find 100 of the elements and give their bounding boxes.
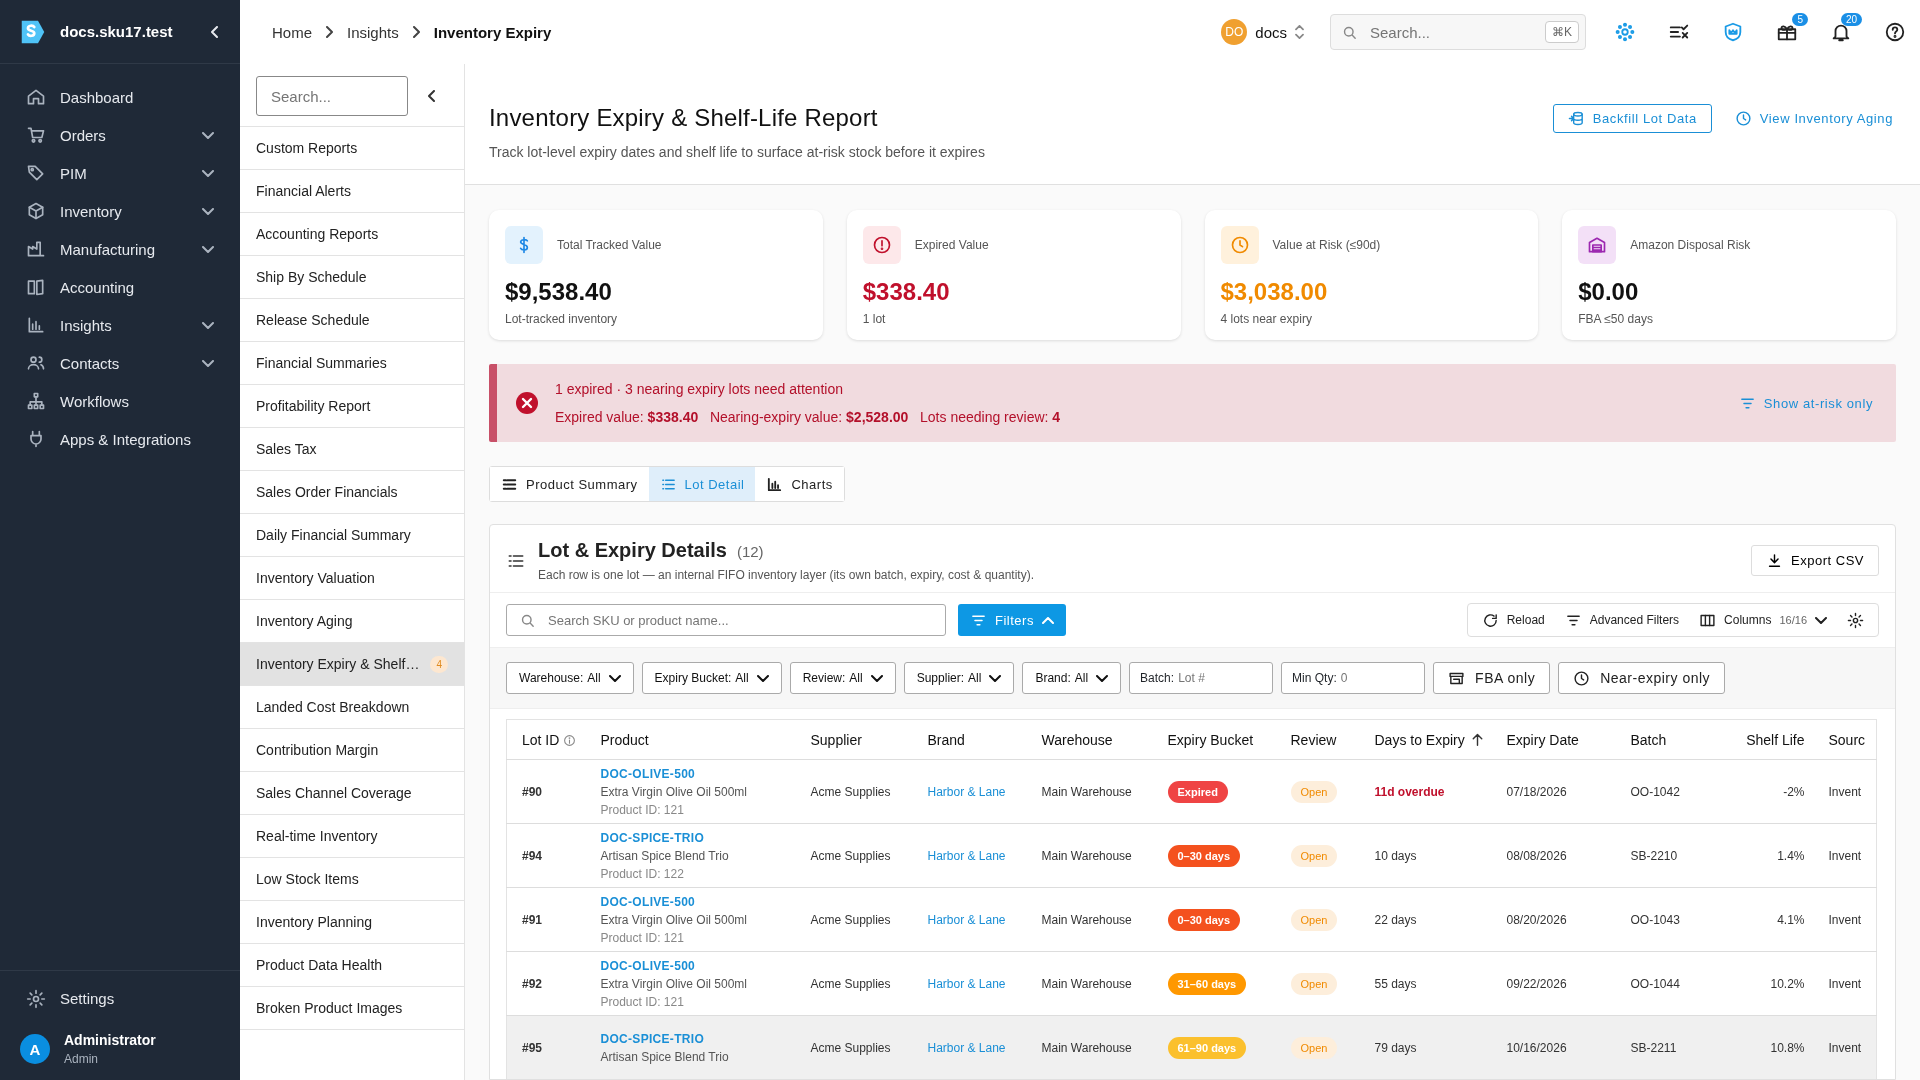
brand-link[interactable]: Harbor & Lane xyxy=(927,976,1006,991)
collapse-icon xyxy=(211,25,218,38)
report-link[interactable]: Financial Summaries xyxy=(240,342,464,385)
column-header[interactable]: Product xyxy=(592,719,803,760)
report-link[interactable]: Landed Cost Breakdown xyxy=(240,686,464,729)
filter-dropdown[interactable]: Expiry Bucket: All xyxy=(641,662,782,694)
nav-item[interactable]: Insights xyxy=(0,306,240,344)
table-cell: 11d overdue xyxy=(1374,784,1445,799)
search-input[interactable]: Search... xyxy=(1368,22,1535,42)
clock-icon xyxy=(1229,235,1250,255)
backfill-button[interactable]: Backfill Lot Data xyxy=(1552,104,1712,133)
column-header[interactable]: Sourc xyxy=(1812,719,1877,760)
filter-toggle[interactable]: Near-expiry only xyxy=(1558,662,1726,694)
nav-item[interactable]: Dashboard xyxy=(0,78,240,116)
table-cell: Acme Supplies xyxy=(810,912,891,927)
sparkle-icon xyxy=(1614,21,1636,43)
column-header[interactable]: Batch xyxy=(1622,719,1733,760)
column-header[interactable]: Review xyxy=(1282,719,1367,760)
chevron-down-icon xyxy=(870,674,883,682)
search-field[interactable]: Search... xyxy=(256,76,408,116)
review-status-tag: Open xyxy=(1290,780,1338,803)
reload-button[interactable]: Reload xyxy=(1471,606,1555,634)
section-title: Lot & Expiry Details xyxy=(538,539,727,562)
report-link[interactable]: Ship By Schedule xyxy=(240,256,464,299)
report-link[interactable]: Broken Product Images xyxy=(240,987,464,1030)
cart-icon xyxy=(26,125,46,145)
table-cell: 07/18/2026 xyxy=(1506,784,1567,799)
table-cell: 4.1% xyxy=(1777,912,1805,927)
box-icon xyxy=(26,201,46,221)
report-link[interactable]: Accounting Reports xyxy=(240,213,464,256)
breadcrumb-link[interactable]: Inventory Expiry xyxy=(433,23,552,41)
column-header[interactable]: Shelf Life xyxy=(1732,719,1813,760)
nav-item[interactable]: Inventory xyxy=(0,192,240,230)
sku-link[interactable]: DOC-OLIVE-500 xyxy=(600,958,696,973)
filter-dropdown[interactable]: Supplier: All xyxy=(903,662,1015,694)
filter-dropdown[interactable]: Brand: All xyxy=(1022,662,1122,694)
report-link[interactable]: Contribution Margin xyxy=(240,729,464,772)
nav-item[interactable]: Workflows xyxy=(0,382,240,420)
sku-link[interactable]: DOC-OLIVE-500 xyxy=(600,766,696,781)
report-link[interactable]: Low Stock Items xyxy=(240,858,464,901)
expiry-bucket-tag: 0–30 days xyxy=(1167,844,1241,867)
brand-link[interactable]: Harbor & Lane xyxy=(927,784,1006,799)
column-header[interactable]: Supplier xyxy=(802,719,920,760)
report-link[interactable]: Product Data Health xyxy=(240,944,464,987)
breadcrumb-link[interactable]: Insights xyxy=(347,23,399,41)
column-header[interactable]: Expiry Date xyxy=(1498,719,1623,760)
nav-item[interactable]: Accounting xyxy=(0,268,240,306)
table-cell: 10.2% xyxy=(1770,976,1805,991)
sku-link[interactable]: DOC-SPICE-TRIO xyxy=(600,830,705,845)
count-badge: 20 xyxy=(1840,13,1862,26)
table-cell: Main Warehouse xyxy=(1041,1040,1132,1055)
export-button[interactable]: Export CSV xyxy=(1751,545,1879,576)
report-link[interactable]: Inventory Expiry & Shelf… 4 xyxy=(240,643,464,686)
report-link[interactable]: Real-time Inventory xyxy=(240,815,464,858)
info-icon xyxy=(563,733,577,747)
search-field[interactable]: Search SKU or product name... xyxy=(506,604,946,636)
home-icon xyxy=(26,87,46,107)
brand-link[interactable]: Harbor & Lane xyxy=(927,848,1006,863)
chevron-down-icon xyxy=(1815,616,1827,624)
report-link[interactable]: Sales Order Financials xyxy=(240,471,464,514)
report-link[interactable]: Profitability Report xyxy=(240,385,464,428)
report-link[interactable]: Custom Reports xyxy=(240,127,464,170)
view-aging-link[interactable]: View Inventory Aging xyxy=(1729,104,1898,133)
sku-link[interactable]: DOC-OLIVE-500 xyxy=(600,894,696,909)
table-cell: #90 xyxy=(522,784,543,799)
breadcrumb-link[interactable]: Home xyxy=(272,23,312,41)
user-avatar: A xyxy=(20,1034,50,1064)
report-link[interactable]: Daily Financial Summary xyxy=(240,514,464,557)
column-header[interactable]: Days to Expiry xyxy=(1366,719,1499,760)
filter-toggle[interactable]: FBA only xyxy=(1433,662,1551,694)
column-header[interactable]: Warehouse xyxy=(1033,719,1160,760)
error-icon xyxy=(515,391,539,415)
factory-icon xyxy=(26,239,46,259)
nav-item[interactable]: Contacts xyxy=(0,344,240,382)
nav-item[interactable]: Apps & Integrations xyxy=(0,420,240,458)
stat-label: Total Tracked Value xyxy=(557,238,662,252)
report-link[interactable]: Inventory Planning xyxy=(240,901,464,944)
nav-item[interactable]: PIM xyxy=(0,154,240,192)
filter-label: Batch: xyxy=(1140,671,1175,685)
report-link[interactable]: Release Schedule xyxy=(240,299,464,342)
table-cell: Acme Supplies xyxy=(810,976,891,991)
report-link[interactable]: Financial Alerts xyxy=(240,170,464,213)
filter-dropdown[interactable]: Warehouse: All xyxy=(506,662,634,694)
report-link[interactable]: Sales Channel Coverage xyxy=(240,772,464,815)
report-link[interactable]: Sales Tax xyxy=(240,428,464,471)
columns-button[interactable]: Columns 16/16 xyxy=(1689,606,1837,634)
product-name: Artisan Spice Blend Trio xyxy=(600,1049,730,1064)
nav-item[interactable]: Orders xyxy=(0,116,240,154)
brand-link[interactable]: Harbor & Lane xyxy=(927,912,1006,927)
column-header[interactable]: Lot ID xyxy=(506,719,593,760)
advanced-filters-button[interactable]: Advanced Filters xyxy=(1554,606,1690,634)
search-field[interactable]: Search... ⌘K xyxy=(1330,14,1586,50)
table-cell: #95 xyxy=(522,1040,543,1055)
product-name: Artisan Spice Blend Trio xyxy=(600,848,730,863)
nav-item[interactable]: Manufacturing xyxy=(0,230,240,268)
filter-dropdown[interactable]: Review: All xyxy=(789,662,896,694)
column-header[interactable]: Expiry Bucket xyxy=(1159,719,1283,760)
column-header[interactable]: Brand xyxy=(919,719,1034,760)
report-link[interactable]: Inventory Valuation xyxy=(240,557,464,600)
workspace-switcher[interactable]: DO docs xyxy=(1215,18,1310,46)
